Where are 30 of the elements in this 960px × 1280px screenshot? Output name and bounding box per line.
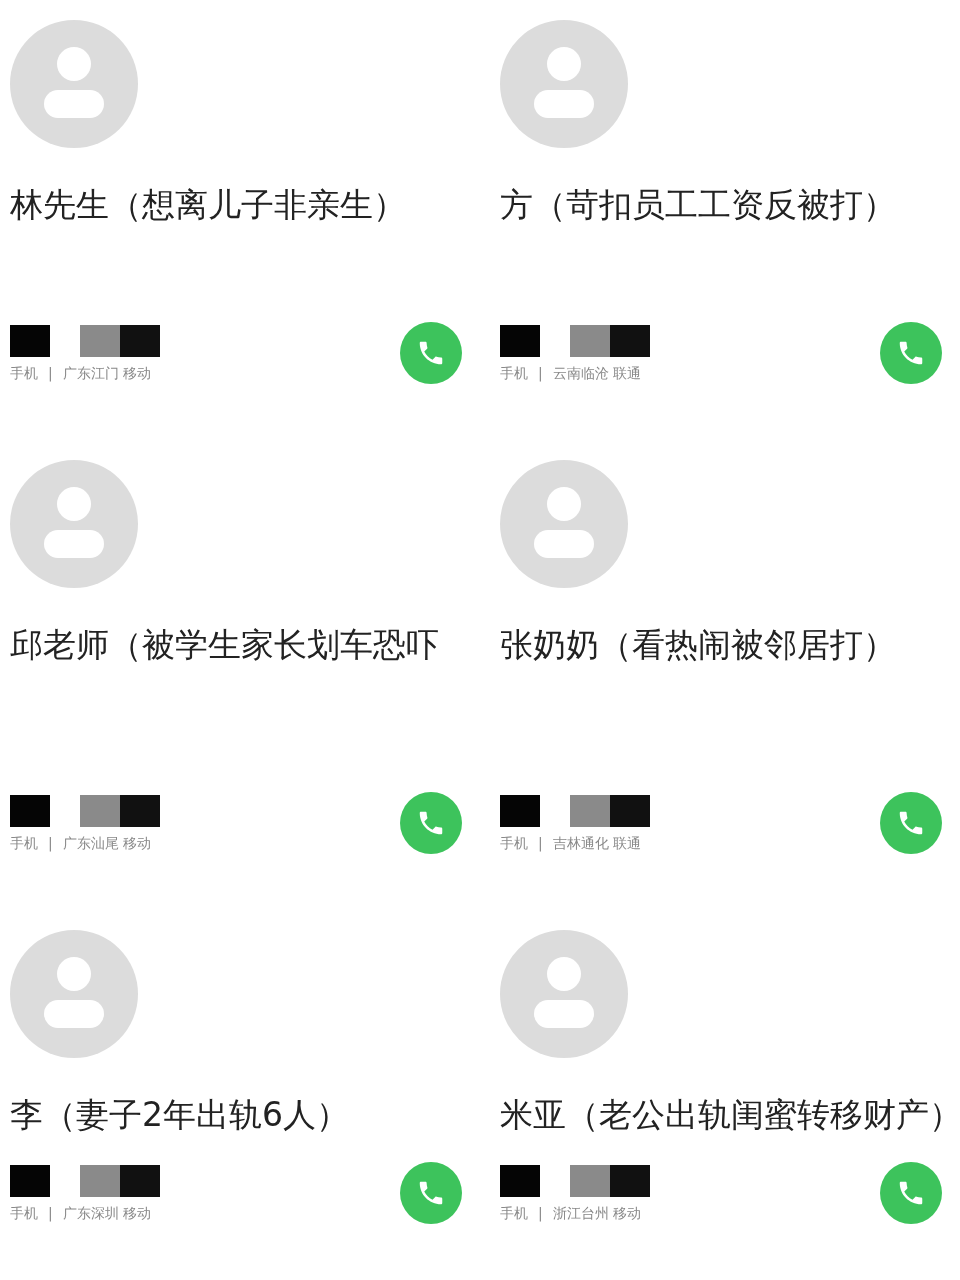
contact-name: 李（妻子2年出轨6人）: [10, 1094, 350, 1136]
region-carrier-text: 广东深圳 移动: [62, 1205, 152, 1223]
region-carrier-text: 云南临沧 联通: [552, 365, 642, 383]
avatar-icon: [500, 460, 628, 588]
avatar-icon: [500, 20, 628, 148]
contact-name: 邱老师（被学生家长划车恐吓: [10, 624, 440, 666]
phone-type-label: 手机: [500, 835, 528, 853]
region-carrier-text: 浙江台州 移动: [552, 1205, 642, 1223]
contact-name: 方（苛扣员工工资反被打）: [500, 184, 897, 226]
separator-text: |: [48, 1205, 53, 1223]
phone-type-label: 手机: [10, 1205, 38, 1223]
phone-type-label: 手机: [10, 365, 38, 383]
contact-name: 张奶奶（看热闹被邻居打）: [500, 624, 897, 666]
avatar-icon: [10, 460, 138, 588]
avatar-icon: [10, 20, 138, 148]
separator-text: |: [48, 835, 53, 853]
separator-text: |: [538, 835, 543, 853]
separator-text: |: [48, 365, 53, 383]
avatar-icon: [500, 930, 628, 1058]
phone-type-label: 手机: [10, 835, 38, 853]
region-carrier-text: 吉林通化 联通: [552, 835, 642, 853]
separator-text: |: [538, 1205, 543, 1223]
phone-type-label: 手机: [500, 365, 528, 383]
contact-name: 林先生（想离儿子非亲生）: [10, 184, 407, 226]
separator-text: |: [538, 365, 543, 383]
region-carrier-text: 广东汕尾 移动: [62, 835, 152, 853]
contact-name: 米亚（老公出轨闺蜜转移财产）: [500, 1094, 960, 1136]
region-carrier-text: 广东江门 移动: [62, 365, 152, 383]
avatar-icon: [10, 930, 138, 1058]
phone-type-label: 手机: [500, 1205, 528, 1223]
